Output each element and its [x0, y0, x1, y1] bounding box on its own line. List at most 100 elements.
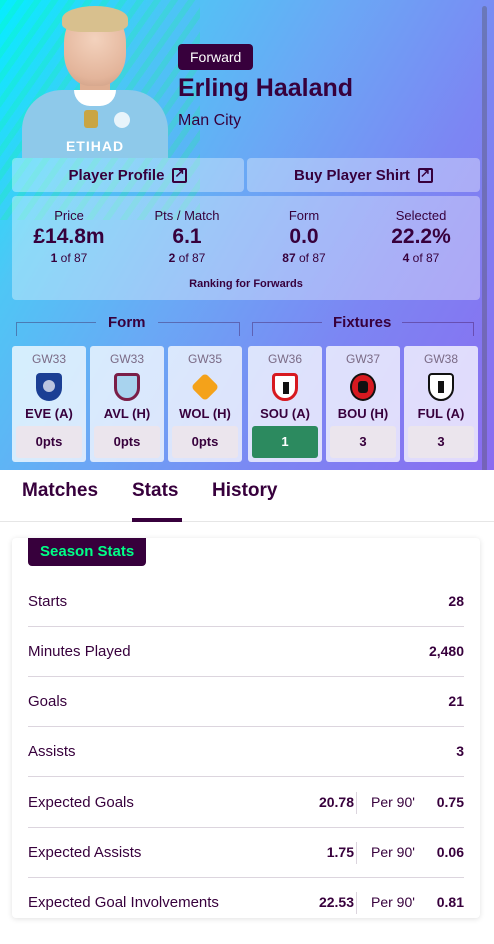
per90-label: Per 90' [371, 844, 415, 860]
per90-label: Per 90' [371, 894, 415, 910]
fixture-card[interactable]: GW33 AVL (H) 0pts [90, 346, 164, 462]
crest-wrapper [427, 372, 455, 402]
stat-value: 6.1 [172, 225, 202, 248]
team-name: Man City [178, 112, 242, 129]
season-stats-card: Season Stats Starts 28 Minutes Played 2,… [12, 538, 480, 918]
rank-total: of 87 [60, 251, 88, 265]
rank-number: 1 [50, 251, 58, 265]
divider [356, 892, 357, 914]
stat-label: Form [288, 208, 320, 223]
form-section-title: Form [108, 314, 146, 331]
stat-rank: 2 of 87 [132, 251, 242, 265]
fixture-card[interactable]: GW33 EVE (A) 0pts [12, 346, 86, 462]
gameweek-label: GW37 [345, 352, 380, 366]
fixture-difficulty-badge: 3 [330, 426, 396, 458]
opponent-label: EVE (A) [25, 406, 73, 421]
everton-crest-icon [36, 373, 62, 401]
fixture-card[interactable]: GW36 SOU (A) 1 [248, 346, 322, 462]
hair [62, 6, 128, 32]
points-badge: 0pts [172, 426, 238, 458]
divider [158, 322, 240, 336]
shirt-sponsor: ETIHAD [65, 138, 125, 154]
buy-player-shirt-label: Buy Player Shirt [294, 166, 410, 184]
external-link-icon [417, 166, 433, 183]
rank-total: of 87 [178, 251, 206, 265]
stat-row-value: 22.53 [318, 894, 354, 910]
stat-row-label: Minutes Played [28, 643, 131, 660]
stat-label: Price [54, 208, 84, 223]
stat-row-expected-goal-involvements: Expected Goal Involvements 22.53 Per 90'… [28, 878, 464, 918]
fixture-card[interactable]: GW35 WOL (H) 0pts [168, 346, 242, 462]
rank-total: of 87 [412, 251, 440, 265]
fixture-card[interactable]: GW37 BOU (H) 3 [326, 346, 400, 462]
rank-total: of 87 [299, 251, 326, 265]
opponent-label: BOU (H) [337, 406, 389, 421]
stat-value: 0.0 [289, 225, 319, 248]
league-badge-icon [84, 110, 98, 128]
tab-bar: Matches Stats History [0, 474, 494, 522]
points-badge: 0pts [94, 426, 160, 458]
fixture-difficulty-badge: 3 [408, 426, 474, 458]
gameweek-label: GW33 [109, 352, 144, 366]
fixture-card[interactable]: GW38 FUL (A) 3 [404, 346, 478, 462]
stat-row-label: Starts [28, 593, 68, 610]
scrollbar[interactable] [482, 6, 487, 470]
crest-wrapper [113, 372, 141, 402]
ranking-note: Ranking for Forwards [189, 278, 303, 290]
gameweek-label: GW36 [267, 352, 302, 366]
player-header: ETIHAD Forward Erling Haaland Man City P… [0, 0, 494, 470]
external-link-icon [172, 166, 188, 183]
points-badge: 0pts [16, 426, 82, 458]
stat-label: Selected [395, 208, 447, 223]
player-stats-summary: Price £14.8m 1 of 87 Pts / Match 6.1 2 o… [12, 196, 480, 300]
stat-row-expected-assists: Expected Assists 1.75 Per 90' 0.06 [28, 828, 464, 878]
stat-row-value: 1.75 [326, 844, 354, 860]
stat-pts-per-match: Pts / Match 6.1 2 of 87 [132, 208, 242, 265]
stat-row-label: Expected Goals [28, 794, 134, 811]
rank-number: 2 [168, 251, 176, 265]
stat-price: Price £14.8m 1 of 87 [14, 208, 124, 265]
per90-label: Per 90' [371, 794, 415, 810]
stat-row-goals: Goals 21 [28, 677, 464, 727]
stat-value: 22.2% [391, 225, 451, 248]
per90-value: 0.75 [436, 794, 464, 810]
crest-wrapper [190, 372, 220, 402]
stat-rank: 1 of 87 [14, 251, 124, 265]
fixture-difficulty-badge: 1 [252, 426, 318, 458]
stat-form: Form 0.0 87 of 87 [249, 208, 359, 265]
opponent-label: SOU (A) [260, 406, 310, 421]
stat-row-value: 20.78 [318, 794, 354, 810]
buy-player-shirt-button[interactable]: Buy Player Shirt [247, 158, 480, 192]
divider [356, 842, 357, 864]
divider [402, 322, 474, 336]
fulham-crest-icon [428, 373, 454, 401]
stat-row-label: Assists [28, 743, 76, 760]
rank-number: 4 [402, 251, 410, 265]
per90-value: 0.06 [436, 844, 464, 860]
stat-row-value: 3 [456, 743, 464, 759]
stat-row-minutes: Minutes Played 2,480 [28, 627, 464, 677]
stat-row-value: 21 [448, 693, 464, 709]
opponent-label: WOL (H) [179, 406, 231, 421]
gameweek-label: GW33 [31, 352, 66, 366]
tab-stats[interactable]: Stats [132, 480, 178, 502]
divider [356, 792, 357, 814]
bournemouth-crest-icon [350, 373, 376, 401]
player-profile-button[interactable]: Player Profile [12, 158, 244, 192]
crest-wrapper [35, 372, 63, 402]
stat-rank: 87 of 87 [249, 251, 359, 265]
gameweek-label: GW35 [187, 352, 222, 366]
stat-row-starts: Starts 28 [28, 577, 464, 627]
divider [252, 322, 322, 336]
stat-label: Pts / Match [154, 208, 220, 223]
per90-value: 0.81 [436, 894, 464, 910]
stat-row-value: 28 [448, 593, 464, 609]
tab-history[interactable]: History [212, 480, 277, 502]
aston-villa-crest-icon [114, 373, 140, 401]
player-photo: ETIHAD [22, 6, 168, 158]
season-stats-title: Season Stats [28, 538, 147, 566]
crest-wrapper [349, 372, 377, 402]
position-badge: Forward [178, 44, 254, 70]
stat-rank: 4 of 87 [366, 251, 476, 265]
tab-matches[interactable]: Matches [22, 480, 98, 502]
